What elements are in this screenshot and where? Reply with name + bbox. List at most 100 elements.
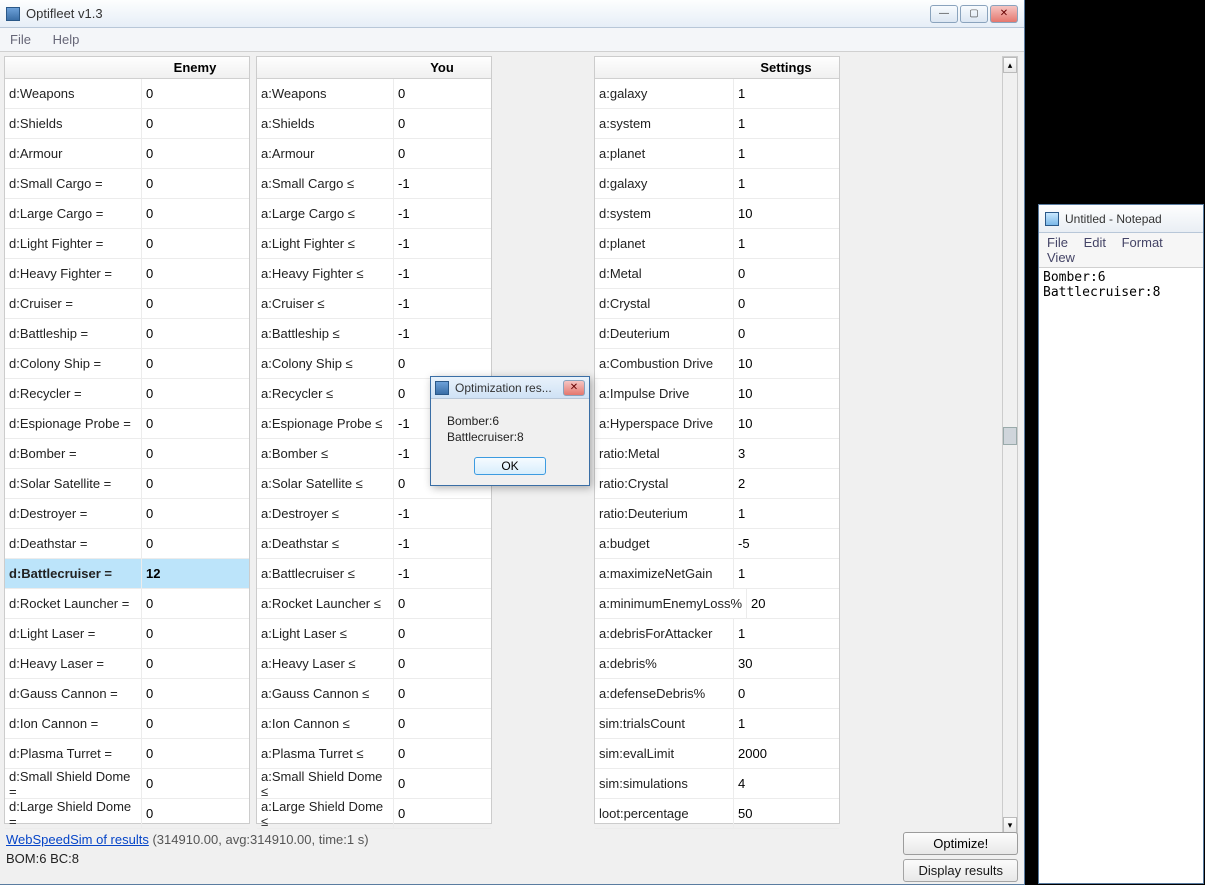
- table-row[interactable]: d:Colony Ship =0: [5, 349, 249, 379]
- enemy-row-value[interactable]: 0: [141, 469, 249, 498]
- table-row[interactable]: a:minimumEnemyLoss%20: [595, 589, 839, 619]
- table-row[interactable]: a:Weapons0: [257, 79, 491, 109]
- table-row[interactable]: d:Small Cargo =0: [5, 169, 249, 199]
- enemy-row-value[interactable]: 0: [141, 679, 249, 708]
- you-row-value[interactable]: 0: [393, 589, 491, 618]
- display-results-button[interactable]: Display results: [903, 859, 1018, 882]
- you-row-value[interactable]: 0: [393, 739, 491, 768]
- you-row-value[interactable]: -1: [393, 499, 491, 528]
- you-row-value[interactable]: -1: [393, 259, 491, 288]
- you-row-value[interactable]: -1: [393, 229, 491, 258]
- table-row[interactable]: d:Shields0: [5, 109, 249, 139]
- table-row[interactable]: a:Light Laser ≤0: [257, 619, 491, 649]
- enemy-row-value[interactable]: 0: [141, 529, 249, 558]
- settings-row-value[interactable]: 1: [733, 79, 839, 108]
- table-row[interactable]: a:Hyperspace Drive10: [595, 409, 839, 439]
- close-button[interactable]: ✕: [990, 5, 1018, 23]
- enemy-row-value[interactable]: 0: [141, 709, 249, 738]
- table-row[interactable]: d:Cruiser =0: [5, 289, 249, 319]
- table-row[interactable]: d:Deathstar =0: [5, 529, 249, 559]
- table-row[interactable]: ratio:Crystal2: [595, 469, 839, 499]
- you-row-value[interactable]: 0: [393, 349, 491, 378]
- settings-row-value[interactable]: 0: [733, 259, 839, 288]
- minimize-button[interactable]: —: [930, 5, 958, 23]
- table-row[interactable]: a:budget-5: [595, 529, 839, 559]
- enemy-row-value[interactable]: 12: [141, 559, 249, 588]
- table-row[interactable]: a:Colony Ship ≤0: [257, 349, 491, 379]
- table-row[interactable]: d:Battleship =0: [5, 319, 249, 349]
- table-row[interactable]: d:galaxy1: [595, 169, 839, 199]
- table-row[interactable]: d:Heavy Fighter =0: [5, 259, 249, 289]
- settings-row-value[interactable]: 1: [733, 139, 839, 168]
- you-row-value[interactable]: -1: [393, 529, 491, 558]
- enemy-row-value[interactable]: 0: [141, 349, 249, 378]
- you-row-value[interactable]: 0: [393, 799, 491, 828]
- enemy-row-value[interactable]: 0: [141, 769, 249, 798]
- menu-file[interactable]: File: [10, 32, 31, 47]
- table-row[interactable]: d:Gauss Cannon =0: [5, 679, 249, 709]
- table-row[interactable]: a:Large Cargo ≤-1: [257, 199, 491, 229]
- enemy-row-value[interactable]: 0: [141, 799, 249, 828]
- you-row-value[interactable]: 0: [393, 79, 491, 108]
- optimize-button[interactable]: Optimize!: [903, 832, 1018, 855]
- table-row[interactable]: a:system1: [595, 109, 839, 139]
- you-row-value[interactable]: 0: [393, 769, 491, 798]
- settings-row-value[interactable]: 1: [733, 559, 839, 588]
- table-row[interactable]: a:debris%30: [595, 649, 839, 679]
- table-row[interactable]: d:planet1: [595, 229, 839, 259]
- notepad-menu-format[interactable]: Format: [1122, 235, 1163, 250]
- settings-row-value[interactable]: 3: [733, 439, 839, 468]
- table-row[interactable]: a:planet1: [595, 139, 839, 169]
- table-row[interactable]: a:Small Cargo ≤-1: [257, 169, 491, 199]
- settings-row-value[interactable]: 1: [733, 109, 839, 138]
- enemy-row-value[interactable]: 0: [141, 439, 249, 468]
- enemy-row-value[interactable]: 0: [141, 649, 249, 678]
- enemy-row-value[interactable]: 0: [141, 259, 249, 288]
- table-row[interactable]: d:Ion Cannon =0: [5, 709, 249, 739]
- table-row[interactable]: d:Light Laser =0: [5, 619, 249, 649]
- you-row-value[interactable]: -1: [393, 319, 491, 348]
- dialog-close-button[interactable]: ✕: [563, 380, 585, 396]
- table-row[interactable]: d:Crystal0: [595, 289, 839, 319]
- table-row[interactable]: a:Combustion Drive10: [595, 349, 839, 379]
- settings-row-value[interactable]: 2: [733, 469, 839, 498]
- settings-row-value[interactable]: 0: [733, 289, 839, 318]
- enemy-row-value[interactable]: 0: [141, 289, 249, 318]
- enemy-row-value[interactable]: 0: [141, 589, 249, 618]
- table-row[interactable]: d:Bomber =0: [5, 439, 249, 469]
- you-row-value[interactable]: 0: [393, 109, 491, 138]
- enemy-row-value[interactable]: 0: [141, 739, 249, 768]
- table-row[interactable]: a:defenseDebris%0: [595, 679, 839, 709]
- table-row[interactable]: a:Impulse Drive10: [595, 379, 839, 409]
- settings-row-value[interactable]: -5: [733, 529, 839, 558]
- table-row[interactable]: loot:percentage50: [595, 799, 839, 829]
- table-row[interactable]: d:Rocket Launcher =0: [5, 589, 249, 619]
- enemy-row-value[interactable]: 0: [141, 109, 249, 138]
- table-row[interactable]: a:Shields0: [257, 109, 491, 139]
- table-row[interactable]: d:Deuterium0: [595, 319, 839, 349]
- table-row[interactable]: a:Cruiser ≤-1: [257, 289, 491, 319]
- vertical-scrollbar[interactable]: ▴ ▾: [1002, 56, 1018, 834]
- enemy-row-value[interactable]: 0: [141, 169, 249, 198]
- enemy-row-value[interactable]: 0: [141, 199, 249, 228]
- table-row[interactable]: d:Battlecruiser =12: [5, 559, 249, 589]
- menu-help[interactable]: Help: [53, 32, 80, 47]
- enemy-row-value[interactable]: 0: [141, 499, 249, 528]
- dialog-ok-button[interactable]: OK: [474, 457, 546, 475]
- table-row[interactable]: d:Metal0: [595, 259, 839, 289]
- notepad-menu-view[interactable]: View: [1047, 250, 1075, 265]
- settings-row-value[interactable]: 1: [733, 709, 839, 738]
- settings-row-value[interactable]: 4: [733, 769, 839, 798]
- table-row[interactable]: a:Gauss Cannon ≤0: [257, 679, 491, 709]
- table-row[interactable]: a:Ion Cannon ≤0: [257, 709, 491, 739]
- scroll-up-arrow[interactable]: ▴: [1003, 57, 1017, 73]
- settings-row-value[interactable]: 10: [733, 199, 839, 228]
- scroll-thumb[interactable]: [1003, 427, 1017, 445]
- table-row[interactable]: sim:trialsCount1: [595, 709, 839, 739]
- table-row[interactable]: d:Recycler =0: [5, 379, 249, 409]
- table-row[interactable]: a:Heavy Laser ≤0: [257, 649, 491, 679]
- enemy-row-value[interactable]: 0: [141, 319, 249, 348]
- table-row[interactable]: a:Battlecruiser ≤-1: [257, 559, 491, 589]
- table-row[interactable]: d:Plasma Turret =0: [5, 739, 249, 769]
- settings-row-value[interactable]: 1: [733, 499, 839, 528]
